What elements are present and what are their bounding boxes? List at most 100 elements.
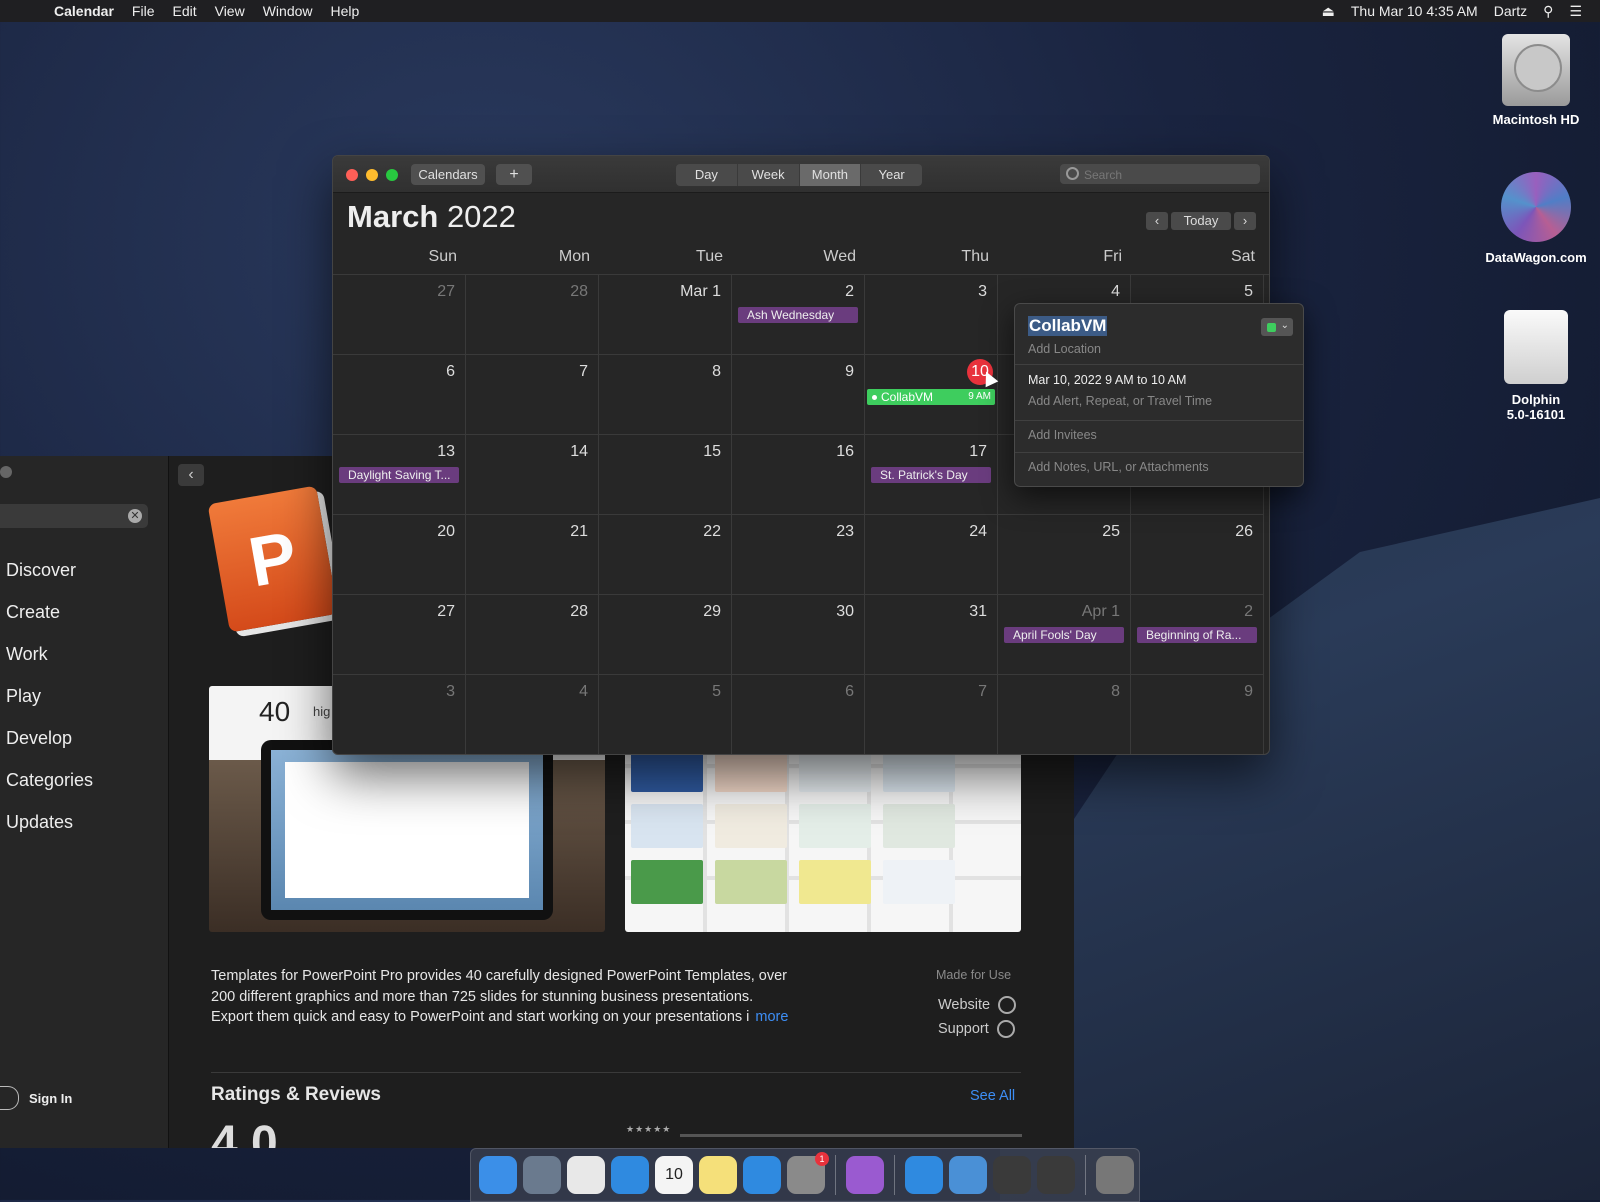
menu-view[interactable]: View: [215, 3, 245, 19]
safari-icon[interactable]: [611, 1156, 649, 1194]
day-cell[interactable]: 3: [333, 675, 466, 754]
calendars-button[interactable]: Calendars: [411, 164, 485, 185]
sidebar-item-discover[interactable]: Discover: [6, 560, 76, 581]
sidebar-item-categories[interactable]: Categories: [6, 770, 93, 791]
sign-in-button[interactable]: Sign In: [0, 1086, 72, 1110]
app-store-2-icon[interactable]: [905, 1156, 943, 1194]
add-event-button[interactable]: +: [496, 164, 532, 185]
day-cell[interactable]: 8: [599, 355, 732, 435]
add-invitees-field[interactable]: Add Invitees: [1028, 428, 1097, 442]
launchpad-icon[interactable]: [523, 1156, 561, 1194]
day-cell[interactable]: 30: [732, 595, 865, 675]
day-cell[interactable]: 6: [732, 675, 865, 754]
tab-month[interactable]: Month: [799, 164, 862, 186]
calendar-event[interactable]: April Fools' Day: [1004, 627, 1124, 643]
day-cell[interactable]: 16: [732, 435, 865, 515]
day-cell[interactable]: 27: [333, 595, 466, 675]
day-cell[interactable]: 2 Beginning of Ra...: [1131, 595, 1264, 675]
eject-icon[interactable]: ⏏: [1322, 3, 1335, 20]
next-month-button[interactable]: ›: [1234, 212, 1256, 230]
sidebar-item-create[interactable]: Create: [6, 602, 60, 623]
finder-icon[interactable]: [479, 1156, 517, 1194]
sidebar-item-updates[interactable]: Updates: [6, 812, 73, 833]
desktop-icon-dolphin[interactable]: Dolphin 5.0-16101: [1476, 310, 1596, 422]
calendar-dock-icon[interactable]: 10: [655, 1156, 693, 1194]
today-button[interactable]: Today: [1171, 212, 1231, 230]
day-cell[interactable]: 31: [865, 595, 998, 675]
dolphin-emulator-icon[interactable]: [949, 1156, 987, 1194]
desktop-icon-datawagon[interactable]: DataWagon.com: [1476, 172, 1596, 265]
event-title-field[interactable]: CollabVM: [1028, 316, 1108, 336]
previous-month-button[interactable]: ‹: [1146, 212, 1168, 230]
menu-edit[interactable]: Edit: [172, 3, 196, 19]
close-window-button[interactable]: [346, 169, 358, 181]
calendar-event[interactable]: Ash Wednesday: [738, 307, 858, 323]
tab-year[interactable]: Year: [861, 164, 922, 186]
add-notes-field[interactable]: Add Notes, URL, or Attachments: [1028, 460, 1209, 474]
app-store-icon[interactable]: [743, 1156, 781, 1194]
add-alert-field[interactable]: Add Alert, Repeat, or Travel Time: [1028, 394, 1212, 408]
sidebar-item-develop[interactable]: Develop: [6, 728, 72, 749]
sidebar-item-play[interactable]: Play: [6, 686, 41, 707]
minimize-window-button[interactable]: [366, 169, 378, 181]
menu-window[interactable]: Window: [263, 3, 313, 19]
system-preferences-icon[interactable]: 1: [787, 1152, 829, 1194]
day-cell[interactable]: 20: [333, 515, 466, 595]
day-cell[interactable]: 4: [466, 675, 599, 754]
calendar-event[interactable]: CollabVM 9 AM: [867, 389, 995, 405]
day-cell[interactable]: 15: [599, 435, 732, 515]
day-cell[interactable]: Mar 1: [599, 275, 732, 355]
menu-file[interactable]: File: [132, 3, 155, 19]
day-cell[interactable]: 27: [333, 275, 466, 355]
app-store-search-input[interactable]: ✕: [0, 504, 148, 528]
search-input[interactable]: [1082, 166, 1256, 184]
menubar-clock[interactable]: Thu Mar 10 4:35 AM: [1351, 3, 1478, 19]
desktop-icon-macintosh-hd[interactable]: Macintosh HD: [1476, 34, 1596, 127]
day-cell[interactable]: 23: [732, 515, 865, 595]
day-cell[interactable]: 7: [865, 675, 998, 754]
day-cell[interactable]: 2 Ash Wednesday: [732, 275, 865, 355]
spotlight-search-icon[interactable]: ⚲: [1543, 3, 1553, 20]
day-cell[interactable]: 22: [599, 515, 732, 595]
day-cell[interactable]: 25: [998, 515, 1131, 595]
day-cell[interactable]: 21: [466, 515, 599, 595]
day-cell[interactable]: 26: [1131, 515, 1264, 595]
day-cell[interactable]: 28: [466, 595, 599, 675]
day-cell[interactable]: 28: [466, 275, 599, 355]
chrome-icon[interactable]: [567, 1156, 605, 1194]
day-cell[interactable]: 29: [599, 595, 732, 675]
clear-search-icon[interactable]: ✕: [128, 509, 142, 523]
day-cell[interactable]: 14: [466, 435, 599, 515]
calendar-event[interactable]: Beginning of Ra...: [1137, 627, 1257, 643]
tab-week[interactable]: Week: [738, 164, 800, 186]
day-cell[interactable]: 9: [732, 355, 865, 435]
day-cell[interactable]: 6: [333, 355, 466, 435]
menu-help[interactable]: Help: [331, 3, 360, 19]
flask-icon[interactable]: [846, 1156, 884, 1194]
zoom-window-button[interactable]: [386, 169, 398, 181]
notification-center-icon[interactable]: ☰: [1569, 3, 1582, 20]
sidebar-item-work[interactable]: Work: [6, 644, 48, 665]
day-cell[interactable]: 5: [599, 675, 732, 754]
calendar-event[interactable]: Daylight Saving T...: [339, 467, 459, 483]
tab-day[interactable]: Day: [676, 164, 738, 186]
notes-icon[interactable]: [699, 1156, 737, 1194]
calendar-search[interactable]: [1060, 164, 1260, 184]
see-all-link[interactable]: See All: [970, 1088, 1015, 1104]
window-icon-1[interactable]: [993, 1156, 1031, 1194]
add-location-field[interactable]: Add Location: [1028, 342, 1101, 356]
more-link[interactable]: more: [755, 1009, 788, 1025]
menu-app-name[interactable]: Calendar: [54, 3, 114, 19]
menubar-user[interactable]: Dartz: [1494, 3, 1527, 19]
support-link[interactable]: Support: [938, 1020, 1015, 1038]
day-cell[interactable]: Apr 1 April Fools' Day: [998, 595, 1131, 675]
day-cell[interactable]: 9: [1131, 675, 1264, 754]
calendar-event[interactable]: St. Patrick's Day: [871, 467, 991, 483]
trash-icon[interactable]: [1096, 1156, 1134, 1194]
day-cell[interactable]: 17 St. Patrick's Day: [865, 435, 998, 515]
event-date-time[interactable]: Mar 10, 2022 9 AM to 10 AM: [1028, 373, 1186, 387]
day-cell[interactable]: 7: [466, 355, 599, 435]
website-link[interactable]: Website: [938, 996, 1017, 1014]
day-cell[interactable]: 24: [865, 515, 998, 595]
window-control-dot[interactable]: [0, 466, 12, 478]
